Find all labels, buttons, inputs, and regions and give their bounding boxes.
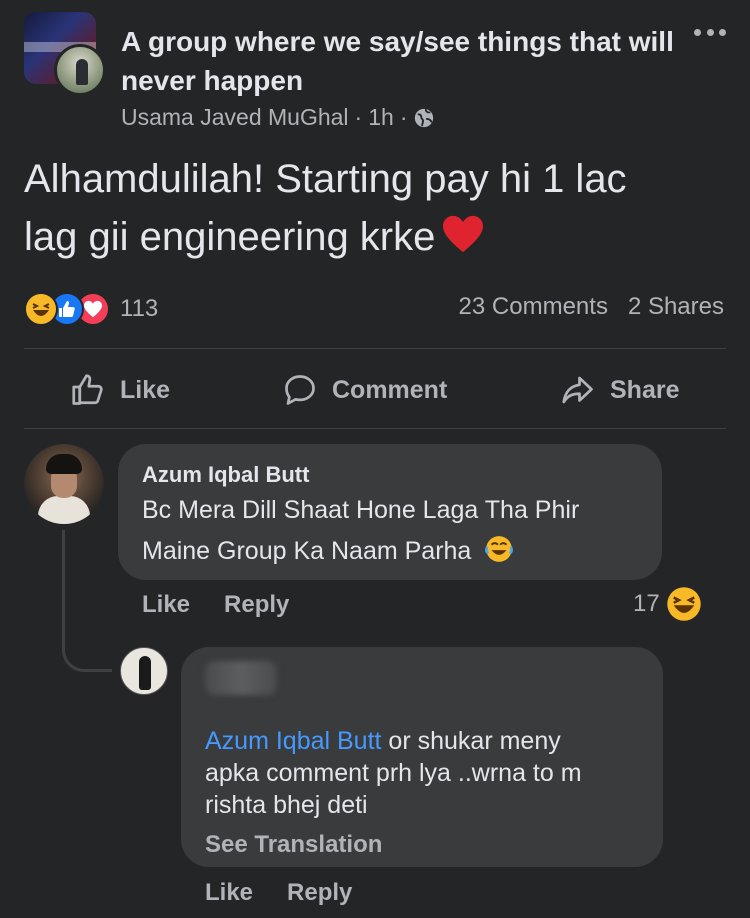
- post-text: Alhamdulilah! Starting pay hi 1 lac lag …: [24, 150, 724, 266]
- post-text-line: Alhamdulilah! Starting pay hi 1 lac: [24, 157, 627, 201]
- post-time-link[interactable]: 1h: [368, 104, 394, 131]
- like-button[interactable]: Like: [70, 368, 170, 412]
- reply-reply-button[interactable]: Reply: [287, 879, 352, 907]
- like-button-label: Like: [120, 375, 171, 404]
- comment-icon: [285, 375, 315, 405]
- comments-count-link[interactable]: 23 Comments: [459, 293, 608, 321]
- thumbs-up-icon: [72, 374, 103, 405]
- comment-button[interactable]: Comment: [282, 368, 447, 412]
- author-name-link[interactable]: Usama Javed MuGhal: [121, 104, 349, 131]
- mention-link[interactable]: Azum Iqbal Butt: [205, 727, 381, 755]
- engagement-counts: 23 Comments 2 Shares: [459, 293, 724, 321]
- reply-like-button[interactable]: Like: [205, 879, 253, 907]
- replier-avatar[interactable]: [120, 647, 168, 695]
- see-translation-link[interactable]: See Translation: [205, 831, 639, 859]
- reaction-count: 113: [120, 295, 159, 322]
- reply-text-segment: or shukar meny: [381, 727, 561, 755]
- commenter-name-link[interactable]: Azum Iqbal Butt: [142, 460, 638, 490]
- post-card: A group where we say/see things that wil…: [0, 0, 750, 918]
- group-name-link[interactable]: A group where we say/see things that wil…: [121, 22, 681, 100]
- reply-actions: Like Reply: [205, 879, 352, 907]
- reply-thread-line: [62, 530, 112, 672]
- reply-bubble: Azum Iqbal Butt or shukar meny apka comm…: [181, 647, 663, 867]
- shares-count-link[interactable]: 2 Shares: [628, 293, 724, 321]
- post-text-line-2: lag gii engineering krke: [24, 208, 724, 266]
- comment-text-line-2: Maine Group Ka Naam Parha: [142, 531, 638, 572]
- comment-reactions[interactable]: 17: [633, 586, 702, 622]
- divider: [24, 428, 726, 429]
- divider: [24, 348, 726, 349]
- comment-text-line: Maine Group Ka Naam Parha: [142, 537, 472, 565]
- reactions-summary[interactable]: 113: [24, 291, 158, 327]
- comment-like-button[interactable]: Like: [142, 591, 190, 619]
- author-avatar[interactable]: [54, 44, 106, 96]
- reply-text-line: apka comment prh lya ..wrna to m: [205, 759, 582, 787]
- laughing-tears-emoji: [485, 536, 514, 562]
- comment-text-line: Bc Mera Dill Shaat Hone Laga Tha Phir: [142, 496, 580, 524]
- haha-reaction-icon: [24, 292, 58, 326]
- comment-bubble: Azum Iqbal Butt Bc Mera Dill Shaat Hone …: [118, 444, 662, 580]
- meta-separator: ·: [399, 104, 408, 130]
- comment-reaction-count: 17: [633, 590, 660, 617]
- post-text-line: lag gii engineering krke: [24, 215, 436, 259]
- share-button[interactable]: Share: [560, 368, 679, 412]
- comment-reply-button[interactable]: Reply: [224, 591, 289, 619]
- globe-icon: [415, 108, 434, 127]
- comment-button-label: Comment: [332, 375, 448, 404]
- comment-actions: Like Reply: [142, 591, 289, 619]
- redacted-replier-name: [205, 661, 277, 695]
- more-options-icon[interactable]: [690, 18, 730, 46]
- reply-text-line-1: Azum Iqbal Butt or shukar meny: [205, 725, 639, 757]
- commenter-avatar[interactable]: [24, 444, 104, 524]
- share-button-label: Share: [610, 375, 680, 404]
- post-meta: Usama Javed MuGhal · 1h ·: [121, 104, 435, 131]
- reply-text-line: rishta bhej deti: [205, 791, 368, 819]
- heart-emoji: [443, 215, 484, 253]
- share-icon: [562, 376, 593, 404]
- meta-separator: ·: [354, 104, 363, 130]
- haha-reaction-icon: [666, 587, 701, 621]
